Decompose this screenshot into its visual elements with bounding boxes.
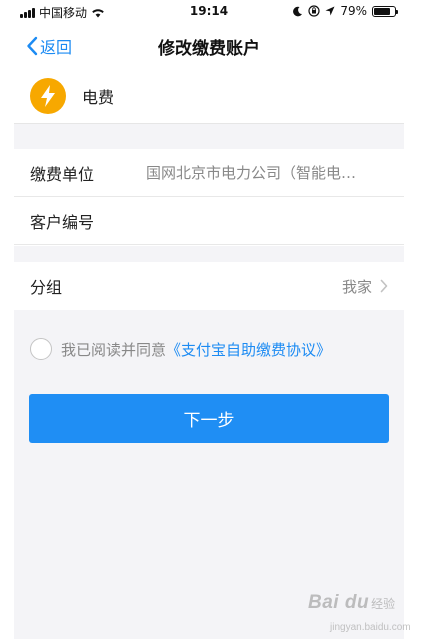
group-row[interactable]: 分组 我家 <box>14 262 404 310</box>
watermark: Bai du 经验 <box>308 592 395 614</box>
watermark-url: jingyan.baidu.com <box>330 622 411 633</box>
chevron-right-icon <box>380 279 388 293</box>
biller-row: 电费 <box>14 68 404 124</box>
watermark-brand: Bai du <box>308 592 370 613</box>
location-icon <box>325 6 335 16</box>
next-button[interactable]: 下一步 <box>29 394 389 443</box>
battery-percent: 79% <box>340 4 367 18</box>
payment-unit-value: 国网北京市电力公司（智能电… <box>146 164 357 182</box>
payment-unit-row[interactable]: 缴费单位 国网北京市电力公司（智能电… <box>14 149 404 197</box>
agreement-text: 我已阅读并同意 <box>61 340 167 359</box>
watermark-sub: 经验 <box>371 597 396 611</box>
battery-icon <box>372 5 398 17</box>
status-right: 79% <box>292 4 398 18</box>
agreement-link[interactable]: 《支付宝自助缴费协议》 <box>166 339 331 360</box>
customer-number-input[interactable] <box>146 211 390 230</box>
agreement: 我已阅读并同意 《支付宝自助缴费协议》 <box>30 338 331 360</box>
payment-unit-label: 缴费单位 <box>30 164 95 184</box>
lightning-bolt-icon <box>30 77 66 114</box>
moon-icon <box>293 6 303 16</box>
nav-bar: 返回 修改缴费账户 <box>14 22 404 68</box>
battery-level <box>374 7 390 15</box>
screen: 中国移动 19:14 79% 返回 修改缴费账户 电费 缴费单位 国网北京市电力… <box>0 0 428 639</box>
orientation-lock-icon <box>308 5 320 17</box>
customer-number-label: 客户编号 <box>30 212 95 232</box>
status-bar: 中国移动 19:14 79% <box>14 0 404 22</box>
customer-number-row: 客户编号 <box>14 197 404 245</box>
side-strip <box>404 0 428 639</box>
page-title: 修改缴费账户 <box>158 39 260 59</box>
agreement-checkbox[interactable] <box>30 338 52 360</box>
account-form: 缴费单位 国网北京市电力公司（智能电… 客户编号 <box>14 149 404 246</box>
group-value: 我家 <box>341 277 372 296</box>
phone-screen: 中国移动 19:14 79% 返回 修改缴费账户 电费 缴费单位 国网北京市电力… <box>14 0 404 639</box>
group-label: 分组 <box>30 278 63 297</box>
biller-name: 电费 <box>82 87 115 107</box>
